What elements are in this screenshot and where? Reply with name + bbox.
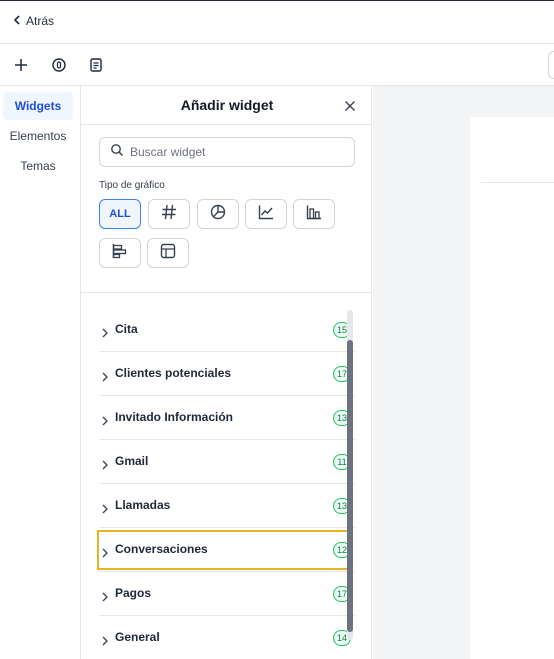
panel-title: Añadir widget: [180, 97, 274, 113]
chevron-right-icon: [101, 457, 109, 470]
chevron-right-icon: [101, 501, 109, 514]
toolbar: [0, 44, 554, 86]
hash-icon: [160, 203, 178, 226]
coin-icon[interactable]: [49, 55, 69, 75]
category-row-pagos[interactable]: Pagos 17: [99, 572, 355, 616]
search-widget-field[interactable]: [99, 137, 355, 167]
panel-header: Añadir widget: [81, 86, 371, 125]
category-row-llamadas[interactable]: Llamadas 13: [99, 484, 355, 528]
back-button[interactable]: Atrás: [12, 14, 54, 28]
document-icon[interactable]: [86, 55, 106, 75]
horizontal-bar-chart-icon: [111, 242, 129, 265]
chevron-right-icon: [101, 633, 109, 646]
toolbar-action-button[interactable]: [548, 51, 554, 79]
chart-type-bar-button[interactable]: [293, 199, 335, 229]
plus-icon[interactable]: [11, 55, 31, 75]
search-input[interactable]: [130, 145, 340, 159]
category-row-gmail[interactable]: Gmail 11: [99, 440, 355, 484]
chevron-left-icon: [12, 14, 22, 28]
bar-chart-icon: [305, 203, 323, 226]
canvas-divider: [481, 182, 554, 183]
left-nav: Widgets Elementos Temas: [0, 86, 80, 659]
chart-type-line-button[interactable]: [245, 199, 287, 229]
search-icon: [110, 143, 124, 162]
chart-type-label: Tipo de gráfico: [99, 180, 165, 191]
table-icon: [159, 242, 177, 265]
pie-chart-icon: [209, 203, 227, 226]
chart-type-pie-button[interactable]: [197, 199, 239, 229]
category-name: Cita: [115, 322, 138, 336]
chart-type-all-button[interactable]: ALL: [99, 199, 141, 229]
category-name: Conversaciones: [115, 542, 208, 556]
scrollbar-thumb[interactable]: [347, 340, 353, 632]
nav-item-elementos[interactable]: Elementos: [3, 122, 73, 150]
category-name: General: [115, 630, 160, 644]
chevron-right-icon: [101, 589, 109, 602]
top-bar: Atrás: [0, 0, 554, 44]
chevron-right-icon: [101, 413, 109, 426]
category-row-conversaciones[interactable]: Conversaciones 12: [99, 528, 355, 572]
category-name: Pagos: [115, 586, 152, 600]
back-label: Atrás: [26, 14, 55, 28]
chevron-right-icon: [101, 369, 109, 382]
close-icon[interactable]: [344, 99, 356, 111]
chart-type-table-button[interactable]: [147, 238, 189, 268]
chevron-right-icon: [101, 545, 109, 558]
line-chart-icon: [257, 203, 275, 226]
category-name: Gmail: [115, 454, 149, 468]
category-row-invitado-informacion[interactable]: Invitado Información 13: [99, 396, 355, 440]
chart-type-horizontal-bar-button[interactable]: [99, 238, 141, 268]
canvas-card: [470, 117, 554, 659]
chevron-right-icon: [101, 325, 109, 338]
chart-type-number-button[interactable]: [148, 199, 190, 229]
nav-item-widgets[interactable]: Widgets: [3, 92, 73, 120]
category-name: Invitado Información: [115, 410, 234, 424]
nav-item-temas[interactable]: Temas: [3, 152, 73, 180]
dashboard-canvas: [373, 86, 554, 659]
category-row-general[interactable]: General 14: [99, 616, 355, 659]
category-row-cita[interactable]: Cita 15: [99, 308, 355, 352]
add-widget-panel: Añadir widget Tipo de gráfico ALL Cita 1…: [80, 86, 372, 659]
category-row-clientes-potenciales[interactable]: Clientes potenciales 17: [99, 352, 355, 396]
category-name: Clientes potenciales: [115, 366, 232, 380]
panel-divider: [81, 292, 371, 293]
category-name: Llamadas: [115, 498, 171, 512]
